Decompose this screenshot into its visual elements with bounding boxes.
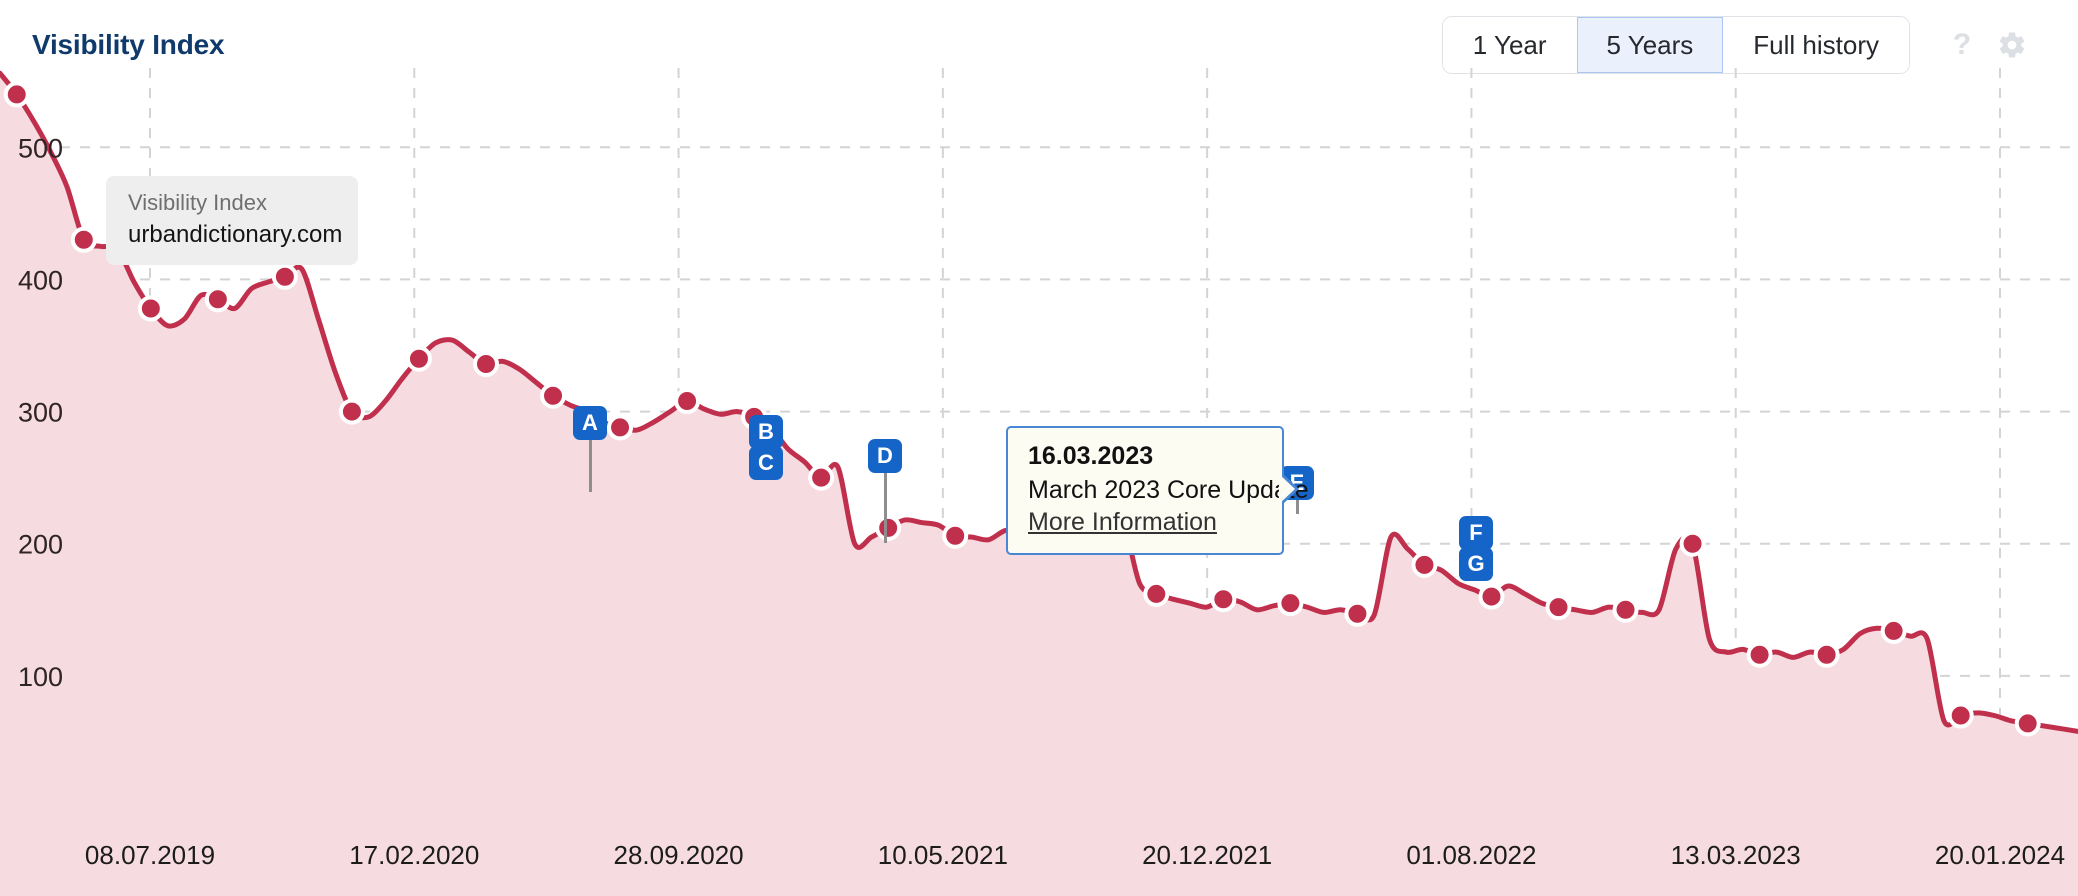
gear-icon[interactable] — [1990, 23, 2034, 67]
svg-text:300: 300 — [18, 398, 63, 428]
svg-text:13.03.2023: 13.03.2023 — [1671, 840, 1801, 870]
event-marker-bc[interactable]: BC — [749, 415, 783, 480]
tooltip-update-name: March 2023 Core Update — [1028, 476, 1309, 504]
google-update-tooltip: 16.03.2023 March 2023 Core Update More I… — [1006, 426, 1309, 555]
svg-text:08.07.2019: 08.07.2019 — [85, 840, 215, 870]
series-legend: Visibility Index urbandictionary.com — [106, 176, 358, 265]
svg-text:100: 100 — [18, 662, 63, 692]
event-marker-fg[interactable]: FG — [1459, 516, 1493, 581]
range-button-full-history[interactable]: Full history — [1723, 17, 1909, 73]
svg-text:20.12.2021: 20.12.2021 — [1142, 840, 1272, 870]
event-marker-badges[interactable]: D — [868, 439, 902, 473]
event-marker-stem — [588, 440, 592, 492]
svg-text:17.02.2020: 17.02.2020 — [349, 840, 479, 870]
event-marker-d[interactable]: D — [868, 439, 902, 543]
event-marker-badge-c[interactable]: C — [749, 446, 783, 480]
page-title: Visibility Index — [32, 29, 225, 60]
svg-text:20.01.2024: 20.01.2024 — [1935, 840, 2065, 870]
tooltip-arrow-fill — [1279, 474, 1295, 504]
event-marker-badge-d[interactable]: D — [868, 439, 902, 473]
event-marker-badge-a[interactable]: A — [573, 406, 607, 440]
series-legend-title: Visibility Index — [128, 190, 267, 215]
svg-text:400: 400 — [18, 265, 63, 295]
event-marker-badges[interactable]: BC — [749, 415, 783, 480]
chart-area: 100 200 300 400 500 08.07.2019 17.02.2020 28.0… — [0, 68, 2078, 896]
event-marker-stem — [883, 473, 887, 543]
range-button-5-years[interactable]: 5 Years — [1576, 17, 1724, 73]
svg-text:200: 200 — [18, 530, 63, 560]
tooltip-more-information-link[interactable]: More Information — [1028, 508, 1262, 537]
event-marker-badge-g[interactable]: G — [1459, 547, 1493, 581]
help-icon[interactable]: ? — [1940, 23, 1984, 67]
svg-text:01.08.2022: 01.08.2022 — [1406, 840, 1536, 870]
header-controls: 1 Year 5 Years Full history ? — [1441, 16, 2034, 74]
svg-text:10.05.2021: 10.05.2021 — [878, 840, 1008, 870]
event-marker-badges[interactable]: A — [573, 406, 607, 440]
time-range-selector[interactable]: 1 Year 5 Years Full history — [1441, 16, 1910, 74]
svg-text:500: 500 — [18, 133, 63, 163]
event-marker-badge-f[interactable]: F — [1459, 516, 1493, 550]
event-marker-badges[interactable]: FG — [1459, 516, 1493, 581]
range-button-1-year[interactable]: 1 Year — [1442, 17, 1577, 73]
tooltip-date: 16.03.2023 — [1028, 442, 1154, 470]
visibility-index-chart-panel: Visibility Index 1 Year 5 Years Full his… — [0, 0, 2078, 896]
series-legend-domain: urbandictionary.com — [128, 221, 343, 248]
event-marker-a[interactable]: A — [573, 406, 607, 492]
svg-text:28.09.2020: 28.09.2020 — [614, 840, 744, 870]
event-marker-badge-b[interactable]: B — [749, 415, 783, 449]
